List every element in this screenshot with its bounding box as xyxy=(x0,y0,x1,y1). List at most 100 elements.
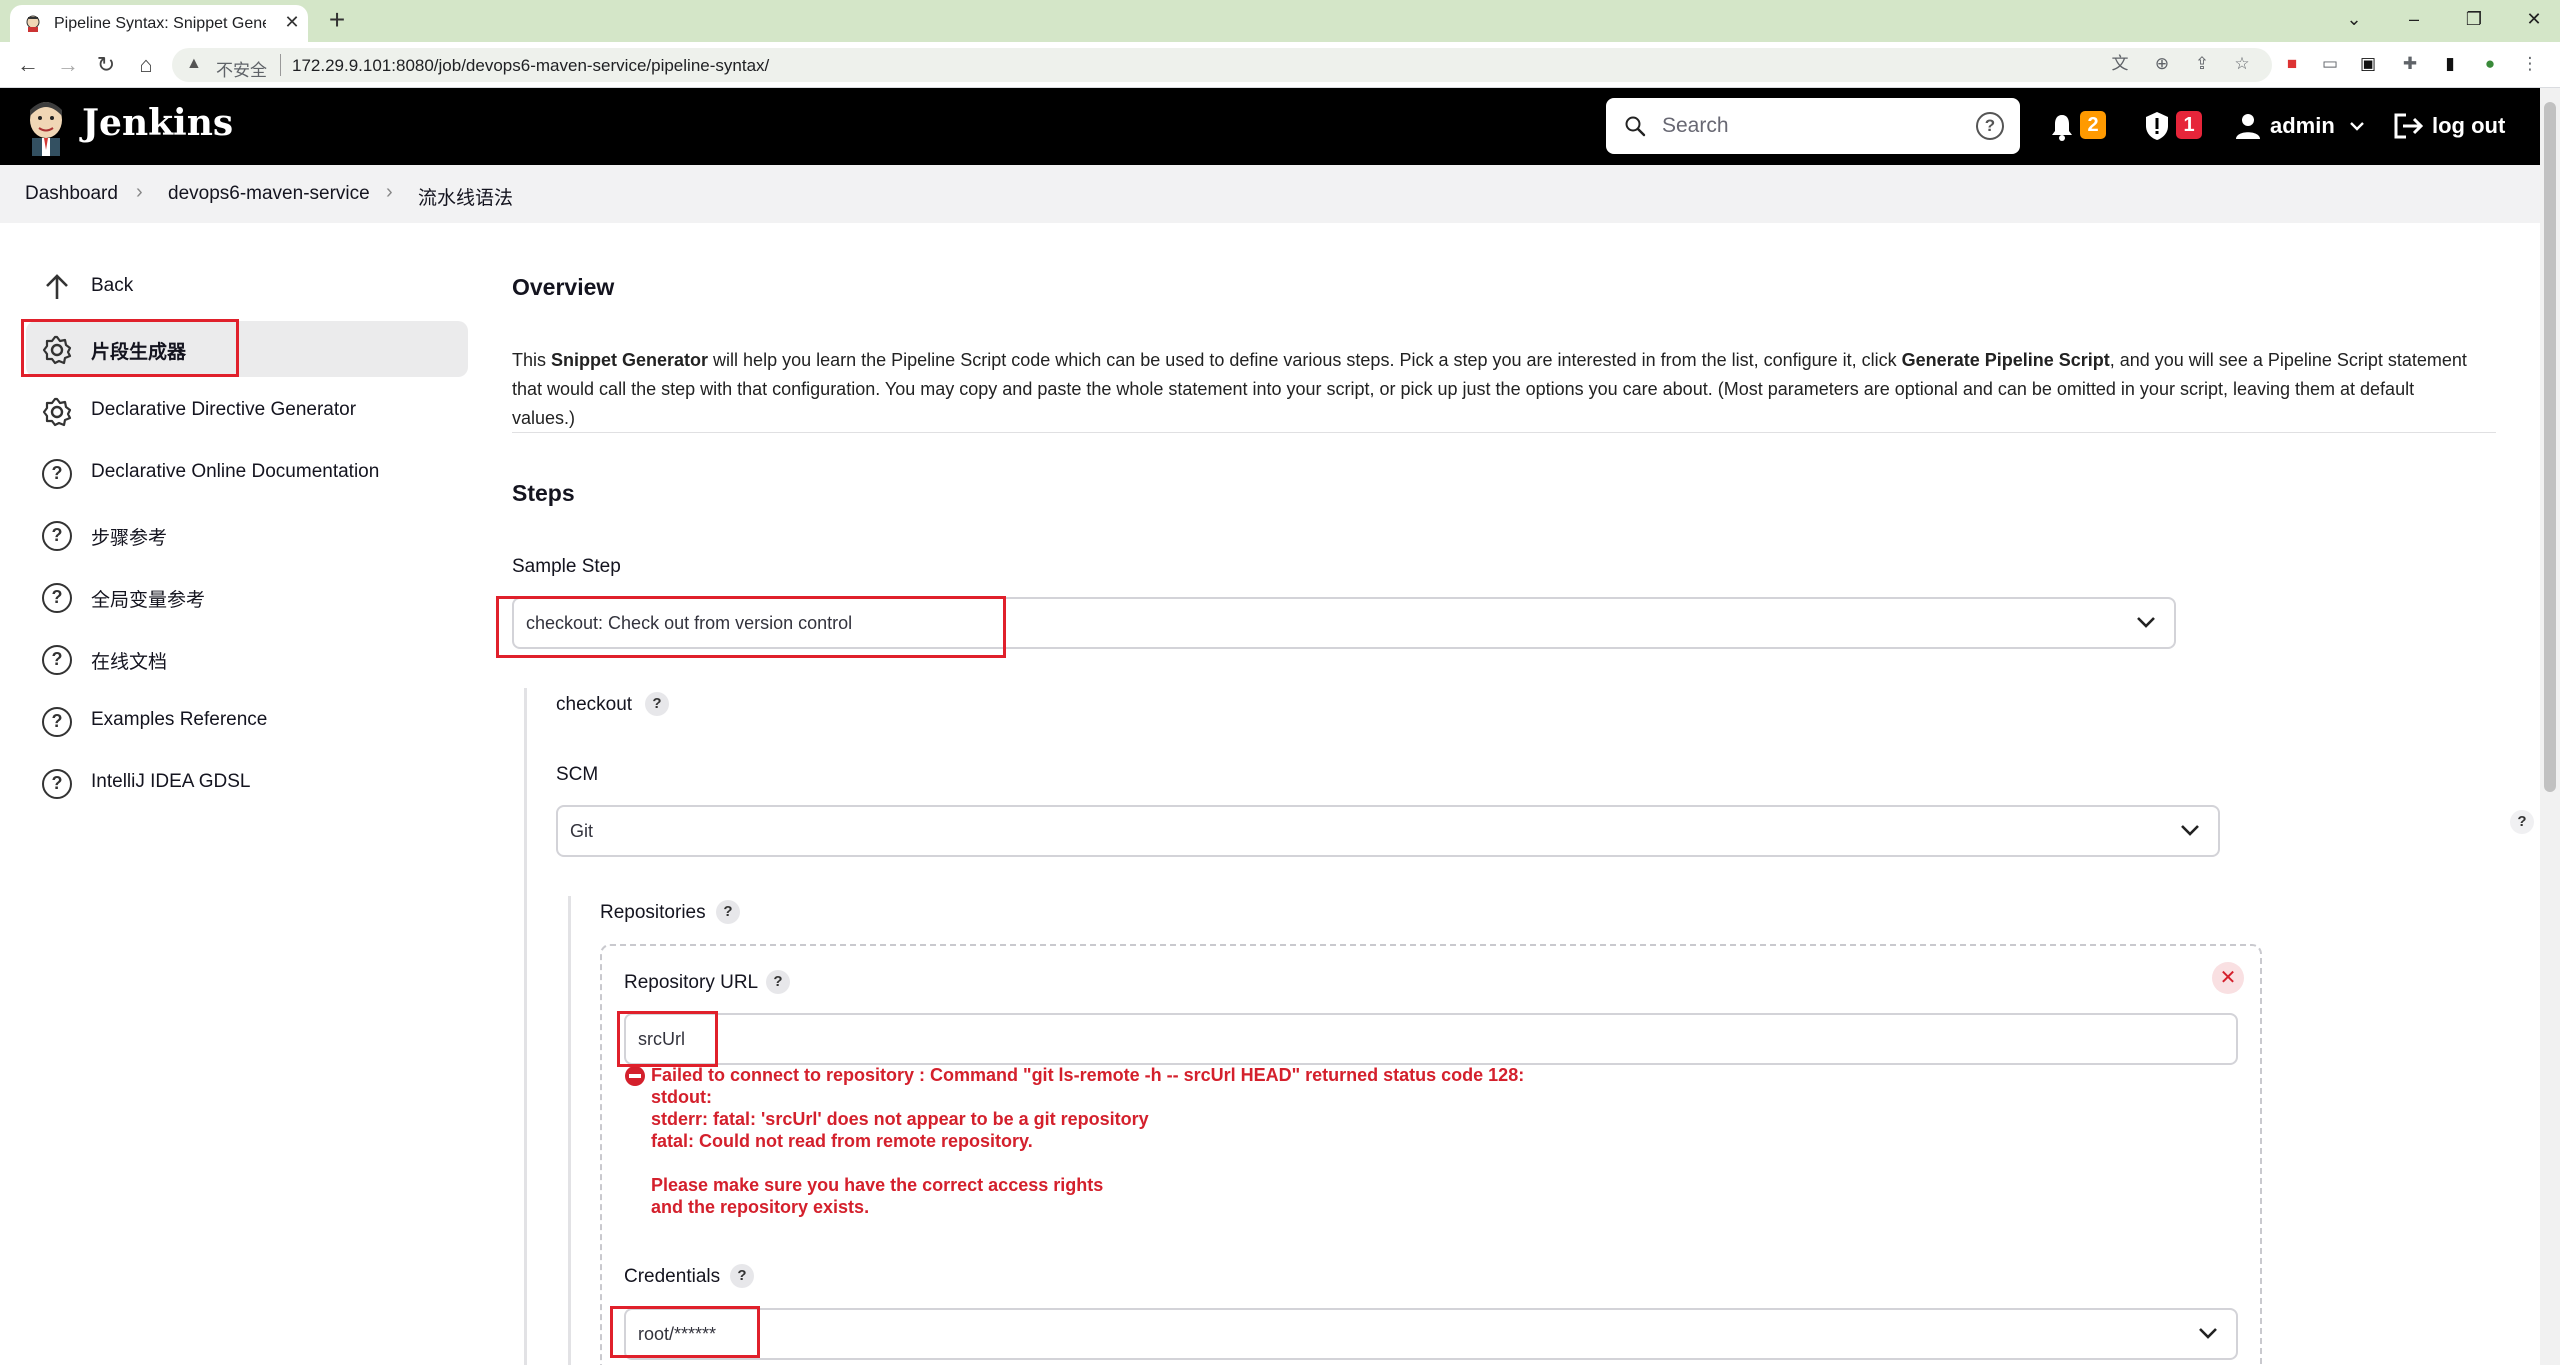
search-help-icon[interactable]: ? xyxy=(1976,112,2004,140)
bookmark-star-icon[interactable]: ☆ xyxy=(2230,52,2254,76)
repository-url-value: srcUrl xyxy=(638,1029,685,1049)
breadcrumb-dashboard[interactable]: Dashboard xyxy=(25,183,118,205)
sidebar-item-label: 全局变量参考 xyxy=(91,590,206,611)
extension-red-icon[interactable]: ■ xyxy=(2280,52,2304,76)
url-text[interactable]: 172.29.9.101:8080/job/devops6-maven-serv… xyxy=(292,56,769,76)
help-circle-icon: ? xyxy=(42,645,72,675)
help-circle-icon: ? xyxy=(42,707,72,737)
scrollbar-thumb[interactable] xyxy=(2544,102,2556,792)
close-window-icon[interactable]: ✕ xyxy=(2514,4,2554,34)
remove-repository-icon[interactable]: ✕ xyxy=(2212,962,2244,994)
repositories-help-icon[interactable]: ? xyxy=(716,900,740,924)
tab-search-chevron-icon[interactable]: ⌄ xyxy=(2334,4,2374,34)
restore-icon[interactable]: ❐ xyxy=(2454,4,2494,34)
sample-step-select[interactable]: checkout: Check out from version control xyxy=(512,597,2176,649)
checkout-help-icon[interactable]: ? xyxy=(645,692,669,716)
logout-button[interactable]: log out xyxy=(2394,107,2524,147)
username: admin xyxy=(2270,113,2335,138)
credentials-select[interactable]: root/****** xyxy=(624,1308,2238,1360)
sidebar-item-examples-reference[interactable]: ? Examples Reference xyxy=(26,693,468,749)
user-icon xyxy=(2236,114,2260,139)
profile-avatar-icon[interactable]: ● xyxy=(2478,52,2502,76)
sidebar-item-snippet-generator[interactable]: 片段生成器 xyxy=(26,321,468,377)
repository-url-input[interactable]: srcUrl xyxy=(624,1013,2238,1065)
overview-text-part: This xyxy=(512,350,552,370)
jenkins-header: Jenkins ? 2 1 admin xyxy=(0,88,2540,165)
sidebar-item-steps-reference[interactable]: ? 步骤参考 xyxy=(26,507,468,563)
overview-description: This Snippet Generator will help you lea… xyxy=(512,346,2472,433)
repository-url-help-icon[interactable]: ? xyxy=(766,970,790,994)
address-toolbar: ← → ↻ ⌂ ▲ 不安全 172.29.9.101:8080/job/devo… xyxy=(0,42,2560,88)
tab-title: Pipeline Syntax: Snippet Generator xyxy=(54,15,266,32)
extensions-puzzle-icon[interactable]: ✚ xyxy=(2398,52,2422,76)
zoom-icon[interactable]: ⊕ xyxy=(2150,52,2174,76)
shield-alert-icon xyxy=(2146,112,2168,140)
browser-tab[interactable]: Pipeline Syntax: Snippet Generator ✕ xyxy=(10,5,308,42)
logout-label: log out xyxy=(2432,113,2506,138)
section-divider xyxy=(512,432,2496,433)
breadcrumb-job[interactable]: devops6-maven-service xyxy=(168,183,370,205)
jenkins-brand-title[interactable]: Jenkins xyxy=(82,102,233,144)
jenkins-favicon-icon xyxy=(26,15,40,32)
error-line: Please make sure you have the correct ac… xyxy=(651,1175,1104,1195)
help-circle-icon: ? xyxy=(42,459,72,489)
forward-arrow-icon[interactable]: → xyxy=(52,49,84,81)
translate-icon[interactable]: 文 xyxy=(2108,52,2132,76)
back-arrow-icon[interactable]: ← xyxy=(12,49,44,81)
sidebar-item-label: Declarative Directive Generator xyxy=(91,399,357,420)
chevron-down-icon xyxy=(2350,122,2364,131)
repository-url-label: Repository URL xyxy=(624,972,759,993)
extension-gray-icon[interactable]: ▭ xyxy=(2318,52,2342,76)
breadcrumb: Dashboard › devops6-maven-service › 流水线语… xyxy=(0,165,2540,223)
user-menu[interactable]: admin xyxy=(2236,107,2368,147)
scm-label: SCM xyxy=(556,764,599,785)
sidebar-item-online-documentation[interactable]: ? Declarative Online Documentation xyxy=(26,445,468,501)
search-icon xyxy=(1625,116,1646,137)
search-input[interactable] xyxy=(1662,108,1962,144)
jenkins-logo-icon[interactable] xyxy=(22,98,70,156)
scm-value: Git xyxy=(570,821,594,841)
nested-indent-line xyxy=(568,896,571,1365)
share-icon[interactable]: ⇪ xyxy=(2190,52,2214,76)
sidebar-item-label: Back xyxy=(91,275,134,296)
logout-icon xyxy=(2394,113,2424,139)
repository-error-message: Failed to connect to repository : Comman… xyxy=(651,1064,1524,1218)
help-circle-icon: ? xyxy=(42,521,72,551)
credentials-help-icon[interactable]: ? xyxy=(730,1264,754,1288)
reload-icon[interactable]: ↻ xyxy=(90,49,122,81)
tab-close-icon[interactable]: ✕ xyxy=(280,10,304,34)
checkout-label: checkout xyxy=(556,694,633,715)
sidebar-item-global-variables[interactable]: ? 全局变量参考 xyxy=(26,569,468,625)
chevron-down-icon xyxy=(2137,617,2155,628)
chevron-down-icon xyxy=(2199,1328,2217,1339)
new-tab-icon[interactable]: + xyxy=(322,6,352,36)
page-scrollbar[interactable] xyxy=(2540,88,2560,1365)
scm-select[interactable]: Git xyxy=(556,805,2220,857)
security-label[interactable]: 不安全 xyxy=(216,56,267,81)
breadcrumb-chevron-icon: › xyxy=(136,181,143,203)
notifications-button[interactable]: 2 xyxy=(2046,107,2108,147)
sample-step-label: Sample Step xyxy=(512,556,621,577)
sidebar-item-back[interactable]: Back xyxy=(26,259,468,315)
security-badge: 1 xyxy=(2176,111,2202,139)
extension-dark-icon[interactable]: ▣ xyxy=(2356,52,2380,76)
sidebar-item-online-docs[interactable]: ? 在线文档 xyxy=(26,631,468,687)
warning-icon[interactable]: ▲ xyxy=(186,55,202,73)
page-help-icon[interactable]: ? xyxy=(2510,810,2534,834)
chevron-down-icon xyxy=(2181,825,2199,836)
security-alerts-button[interactable]: 1 xyxy=(2142,107,2204,147)
breadcrumb-pipeline-syntax[interactable]: 流水线语法 xyxy=(418,183,513,210)
side-panel-icon[interactable]: ▮ xyxy=(2438,52,2462,76)
minimize-icon[interactable]: – xyxy=(2394,4,2434,34)
sidebar-item-directive-generator[interactable]: Declarative Directive Generator xyxy=(26,383,468,439)
help-circle-icon: ? xyxy=(42,583,72,613)
home-icon[interactable]: ⌂ xyxy=(130,49,162,81)
browser-menu-icon[interactable]: ⋮ xyxy=(2518,52,2542,76)
sidebar-item-intellij-gdsl[interactable]: ? IntelliJ IDEA GDSL xyxy=(26,755,468,811)
credentials-value: root/****** xyxy=(638,1324,717,1344)
overview-text-part: will help you learn the Pipeline Script … xyxy=(708,350,1902,370)
overview-bold-snippet-generator: Snippet Generator xyxy=(551,350,709,370)
omnibox[interactable]: ▲ 不安全 172.29.9.101:8080/job/devops6-mave… xyxy=(172,48,2272,82)
browser-tab-strip: Pipeline Syntax: Snippet Generator ✕ + ⌄… xyxy=(0,0,2560,42)
sidebar-item-label: Examples Reference xyxy=(91,709,268,730)
